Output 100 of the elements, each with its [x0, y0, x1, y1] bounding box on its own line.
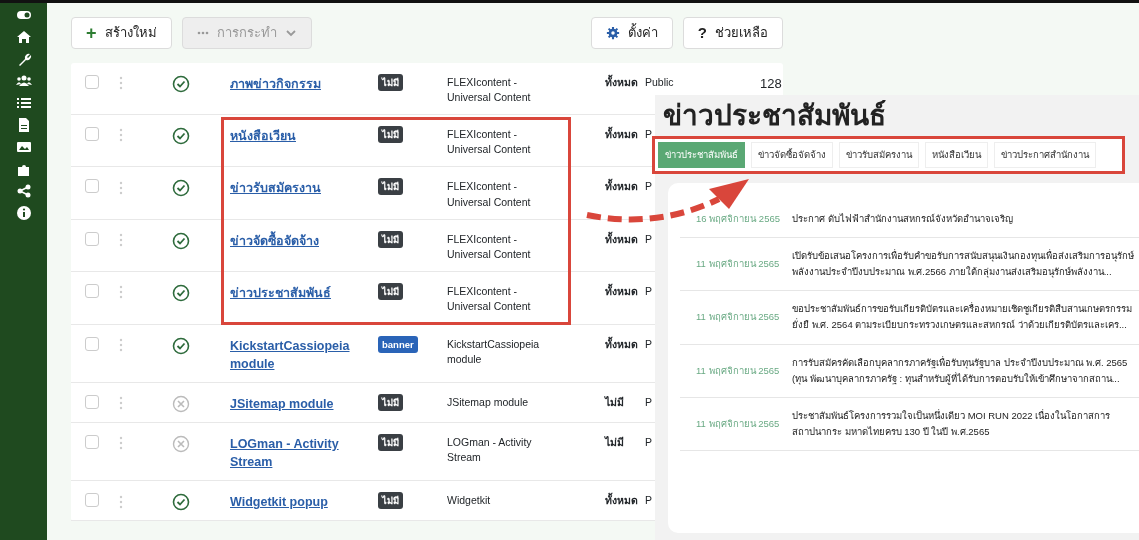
help-button[interactable]: ? ช่วยเหลือ [682, 17, 783, 49]
category-tab[interactable]: หนังสือเวียน [925, 141, 988, 168]
module-title-link[interactable]: KickstartCassiopeia module [230, 336, 366, 373]
cell-text: Public [645, 75, 674, 88]
cell-text: P [645, 395, 652, 408]
module-type: FLEXIcontent - Universal Content [447, 75, 531, 103]
row-checkbox[interactable] [85, 179, 99, 194]
position-badge: ไม่มี [378, 434, 403, 452]
module-title-link[interactable]: JSitemap module [230, 394, 334, 414]
check-circle-icon[interactable] [172, 284, 190, 303]
news-date: 11 พฤศจิกายน 2565 [695, 416, 781, 431]
module-type: FLEXIcontent - Universal Content [447, 285, 531, 313]
drag-handle-icon [119, 337, 123, 352]
cell-text: ทั้งหมด [605, 75, 638, 88]
cell-text: ทั้งหมด [605, 127, 638, 140]
cell-text: P [645, 436, 652, 449]
cell-text: 128 [760, 75, 782, 91]
position-badge: ไม่มี [378, 283, 403, 301]
row-checkbox[interactable] [85, 231, 99, 246]
cell-text: P [645, 285, 652, 298]
row-checkbox[interactable] [85, 493, 99, 508]
news-date: 16 พฤศจิกายน 2565 [695, 211, 781, 226]
drag-handle-icon [119, 128, 123, 143]
category-tab[interactable]: ข่าวรับสมัครงาน [839, 141, 919, 168]
module-type: Widgetkit [447, 494, 491, 507]
news-date: 11 พฤศจิกายน 2565 [695, 257, 781, 271]
news-text[interactable]: เปิดรับข้อเสนอโครงการเพื่อรับคำขอรับการสนับสนุนเงินกองทุนเพื่อส่งเสริมการอนุรักษ์ พลังงานประจำปีงบประมาณ พ.ศ.2566 ภายใต้กลุ่มงานส่งเสริมอนุรักษ์พลังงาน... [792, 248, 1139, 281]
users-icon [15, 73, 32, 89]
news-text[interactable]: ประกาศ ดับไฟฟ้าสำนักงานสหกรณ์จังหวัดอำนาจเจริญ [792, 210, 1013, 227]
position-badge: ไม่มี [378, 178, 403, 196]
cell-text: ไม่มี [605, 395, 624, 408]
row-checkbox[interactable] [85, 284, 99, 299]
check-circle-icon[interactable] [172, 126, 190, 145]
module-type: FLEXIcontent - Universal Content [447, 180, 531, 208]
plus-icon: + [86, 23, 97, 42]
row-checkbox[interactable] [85, 336, 99, 351]
check-circle-icon[interactable] [172, 493, 190, 512]
news-date: 11 พฤศจิกายน 2565 [695, 310, 781, 325]
check-circle-icon[interactable] [172, 336, 190, 355]
module-title-link[interactable]: ภาพข่าวกิจกรรม [230, 74, 321, 93]
category-tab[interactable]: ข่าวจัดซื้อจัดจ้าง [751, 141, 833, 168]
drag-handle-icon [119, 180, 123, 195]
module-title-link[interactable]: หนังสือเวียน [230, 126, 296, 146]
list-icon [15, 95, 32, 111]
position-badge: ไม่มี [378, 393, 403, 411]
row-checkbox[interactable] [85, 394, 99, 409]
drag-handle-icon [119, 396, 123, 411]
new-button[interactable]: + สร้างใหม่ [71, 17, 172, 49]
drag-handle-icon [119, 75, 123, 90]
position-badge: ไม่มี [378, 492, 403, 510]
module-title-link[interactable]: ข่าวรับสมัครงาน [230, 179, 321, 198]
row-checkbox[interactable] [85, 126, 99, 141]
cell-text: ทั้งหมด [605, 337, 638, 350]
cell-text: P [645, 337, 652, 350]
share-icon [15, 183, 32, 199]
category-tab[interactable]: ข่าวประกาศสำนักงาน [994, 141, 1096, 168]
x-circle-icon[interactable] [172, 435, 190, 454]
module-title-link[interactable]: ข่าวจัดซื้อจัดจ้าง [230, 231, 319, 250]
question-icon: ? [697, 25, 707, 41]
cell-text: ทั้งหมด [605, 180, 638, 193]
module-type: JSitemap module [447, 395, 529, 408]
drag-handle-icon [119, 494, 123, 509]
news-date: 11 พฤศจิกายน 2565 [695, 363, 781, 378]
cell-text: ทั้งหมด [605, 232, 638, 245]
drag-handle-icon [119, 233, 123, 248]
position-badge: ไม่มี [378, 230, 403, 248]
position-badge: banner [378, 335, 418, 353]
cell-text: ทั้งหมด [605, 285, 638, 298]
cell-text: P [645, 127, 652, 140]
options-button[interactable]: ตั้งค่า [590, 17, 673, 49]
module-title-link[interactable]: ข่าวประชาสัมพันธ์ [230, 284, 331, 303]
cell-text: P [645, 180, 652, 193]
x-circle-icon[interactable] [172, 394, 190, 413]
check-circle-icon[interactable] [172, 231, 190, 250]
drag-handle-icon [119, 436, 123, 451]
module-title-link[interactable]: LOGman - Activity Stream [230, 435, 366, 472]
module-type: LOGman - Activity Stream [447, 436, 532, 464]
check-circle-icon[interactable] [172, 179, 190, 198]
cell-text: ทั้งหมด [605, 494, 638, 507]
cell-text: P [645, 232, 652, 245]
cell-text: ไม่มี [605, 436, 624, 449]
news-text[interactable]: การรับสมัครคัดเลือกบุคลากรภาครัฐเพื่อรับทุนรัฐบาล ประจำปีงบประมาณ พ.ศ. 2565 (ทุน พัฒนาบุคลากรภาครัฐ : ทุนสำหรับผู้ที่ได้รับการตอบรับให้เข้าศึกษาจากสถาน... [792, 354, 1139, 387]
home-icon [15, 29, 32, 45]
row-checkbox[interactable] [85, 435, 99, 450]
module-type: FLEXIcontent - Universal Content [447, 232, 531, 261]
row-checkbox[interactable] [85, 74, 99, 89]
drag-handle-icon [119, 285, 123, 300]
news-text[interactable]: ประชาสัมพันธ์โครงการรวมใจเป็นหนึ่งเดียว MOI RUN 2022 เนื่องในโอกาสการสถาปนากระ มหาดไทยครบ 130 ปี ในปี พ.ศ.2565 [792, 407, 1139, 441]
gear-icon [605, 25, 620, 40]
cell-text: P [645, 494, 652, 507]
module-type: FLEXIcontent - Universal Content [447, 127, 531, 156]
page-heading: ข่าวประชาสัมพันธ์ [662, 99, 887, 133]
module-title-link[interactable]: Widgetkit popup [230, 493, 328, 512]
position-badge: ไม่มี [378, 125, 403, 143]
info-icon [15, 205, 32, 221]
image-icon [15, 139, 32, 155]
position-badge: ไม่มี [378, 73, 403, 91]
news-text[interactable]: ขอประชาสัมพันธ์การขอรับเกียรติบัตรและเครื่องหมายเชิดชูเกียรติสืบสานเกษตรกรรมยั่งยื พ.ศ. 2564 ตามระเบียบกระทรวงเกษตรและสหกรณ์ ว่าด้วยเกียรติบัตรและเคร... [792, 301, 1139, 334]
check-circle-icon[interactable] [172, 74, 190, 93]
module-type: KickstartCassiopeia module [447, 337, 540, 365]
